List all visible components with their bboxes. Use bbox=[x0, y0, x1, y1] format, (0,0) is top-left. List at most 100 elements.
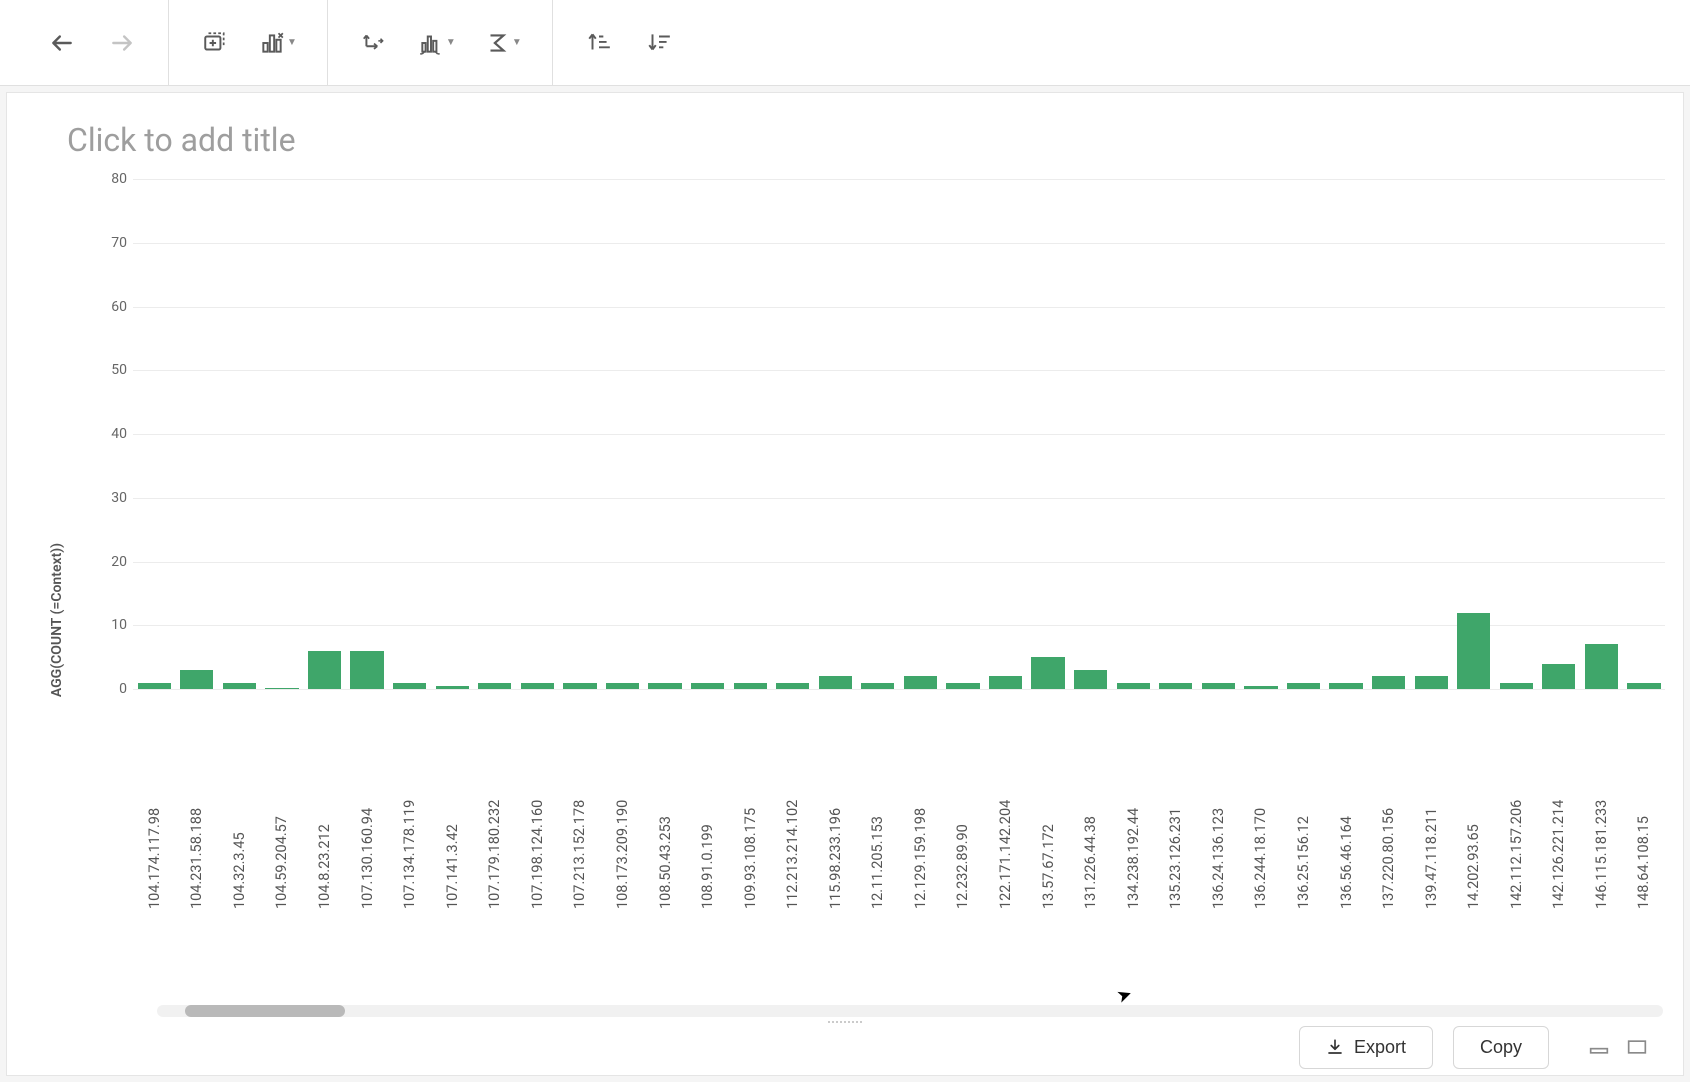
chart-area: AGG(COUNT (=Context)) 01020304050607080 … bbox=[7, 165, 1683, 1075]
x-tick: 136.24.136.123 bbox=[1197, 695, 1240, 915]
sort-group bbox=[553, 0, 705, 85]
x-tick-label: 134.238.192.44 bbox=[1125, 695, 1142, 915]
bar[interactable] bbox=[1244, 686, 1277, 689]
app-root: ▼ ▼ bbox=[0, 0, 1690, 1082]
x-tick: 137.220.80.156 bbox=[1367, 695, 1410, 915]
bar[interactable] bbox=[1074, 670, 1107, 689]
bar[interactable] bbox=[819, 676, 852, 689]
bar-slot bbox=[1326, 683, 1367, 689]
bar-slot bbox=[687, 683, 728, 689]
aggregate-button[interactable]: ▼ bbox=[482, 25, 524, 61]
bar[interactable] bbox=[138, 683, 171, 689]
x-tick: 142.126.221.214 bbox=[1538, 695, 1581, 915]
bar[interactable] bbox=[1585, 644, 1618, 689]
bar[interactable] bbox=[946, 683, 979, 689]
bar[interactable] bbox=[308, 651, 341, 689]
y-tick-label: 0 bbox=[97, 681, 127, 697]
bar[interactable] bbox=[989, 676, 1022, 689]
bar[interactable] bbox=[904, 676, 937, 689]
x-tick: 104.32.3.45 bbox=[218, 695, 261, 915]
bar-slot bbox=[1411, 676, 1452, 689]
bar[interactable] bbox=[1329, 683, 1362, 689]
bar-slot bbox=[560, 683, 601, 689]
bar[interactable] bbox=[776, 683, 809, 689]
bar[interactable] bbox=[563, 683, 596, 689]
bar[interactable] bbox=[1457, 613, 1490, 690]
bar-slot bbox=[602, 683, 643, 689]
x-tick-label: 12.232.89.90 bbox=[954, 695, 971, 915]
minimize-view-button[interactable] bbox=[1589, 1038, 1609, 1056]
fit-axis-button[interactable]: ▼ bbox=[416, 25, 458, 61]
export-button[interactable]: Export bbox=[1299, 1026, 1433, 1069]
horizontal-scrollbar[interactable] bbox=[157, 1005, 1663, 1017]
bar-slot bbox=[304, 651, 345, 689]
bar-slot bbox=[772, 683, 813, 689]
sort-asc-button[interactable] bbox=[581, 25, 617, 61]
x-tick: 13.57.67.172 bbox=[1027, 695, 1070, 915]
copy-button[interactable]: Copy bbox=[1453, 1026, 1549, 1069]
x-tick-label: 12.129.159.198 bbox=[912, 695, 929, 915]
x-tick: 146.115.181.233 bbox=[1580, 695, 1623, 915]
bar[interactable] bbox=[1372, 676, 1405, 689]
swap-axes-button[interactable] bbox=[356, 25, 392, 61]
bar[interactable] bbox=[436, 686, 469, 689]
bar-slot bbox=[347, 651, 388, 689]
x-tick-label: 13.57.67.172 bbox=[1040, 695, 1057, 915]
bar-slot bbox=[219, 683, 260, 689]
x-tick-label: 108.173.209.190 bbox=[614, 695, 631, 915]
x-tick-label: 107.134.178.119 bbox=[401, 695, 418, 915]
bar[interactable] bbox=[265, 688, 298, 689]
bar-slot bbox=[1241, 686, 1282, 689]
x-tick-label: 146.115.181.233 bbox=[1593, 695, 1610, 915]
bar[interactable] bbox=[223, 683, 256, 689]
x-tick-label: 122.171.142.204 bbox=[997, 695, 1014, 915]
x-tick-label: 136.24.136.123 bbox=[1210, 695, 1227, 915]
bar[interactable] bbox=[521, 683, 554, 689]
bar[interactable] bbox=[648, 683, 681, 689]
bar[interactable] bbox=[1287, 683, 1320, 689]
bar[interactable] bbox=[1415, 676, 1448, 689]
bar[interactable] bbox=[393, 683, 426, 689]
bar-slot bbox=[517, 683, 558, 689]
y-tick-label: 40 bbox=[97, 426, 127, 442]
x-tick-label: 142.112.157.206 bbox=[1508, 695, 1525, 915]
chart-type-button[interactable]: ▼ bbox=[257, 25, 299, 61]
x-tick-label: 142.126.221.214 bbox=[1550, 695, 1567, 915]
bar[interactable] bbox=[606, 683, 639, 689]
x-tick: 104.174.117.98 bbox=[133, 695, 176, 915]
bar[interactable] bbox=[478, 683, 511, 689]
bar[interactable] bbox=[1031, 657, 1064, 689]
bar-slot bbox=[985, 676, 1026, 689]
bar[interactable] bbox=[1500, 683, 1533, 689]
bar-slot bbox=[730, 683, 771, 689]
bar[interactable] bbox=[180, 670, 213, 689]
back-button[interactable] bbox=[44, 25, 80, 61]
title-area: Click to add title bbox=[7, 93, 1683, 165]
bar[interactable] bbox=[1627, 683, 1660, 689]
maximize-view-button[interactable] bbox=[1627, 1038, 1647, 1056]
sort-asc-icon bbox=[586, 30, 612, 56]
sort-desc-button[interactable] bbox=[641, 25, 677, 61]
scrollbar-thumb[interactable] bbox=[185, 1005, 345, 1017]
bar[interactable] bbox=[1542, 664, 1575, 690]
bar-slot bbox=[475, 683, 516, 689]
bar[interactable] bbox=[1117, 683, 1150, 689]
x-tick: 104.59.204.57 bbox=[261, 695, 304, 915]
bar[interactable] bbox=[1159, 683, 1192, 689]
add-panel-button[interactable] bbox=[197, 25, 233, 61]
rect-plus-icon bbox=[202, 30, 228, 56]
bar[interactable] bbox=[691, 683, 724, 689]
bars-row bbox=[133, 179, 1665, 689]
x-tick: 107.134.178.119 bbox=[388, 695, 431, 915]
bar-slot bbox=[1113, 683, 1154, 689]
bar[interactable] bbox=[1202, 683, 1235, 689]
bar[interactable] bbox=[350, 651, 383, 689]
title-placeholder[interactable]: Click to add title bbox=[67, 121, 1663, 159]
sort-desc-icon bbox=[646, 30, 672, 56]
bar-slot bbox=[1539, 664, 1580, 690]
bar[interactable] bbox=[861, 683, 894, 689]
bar[interactable] bbox=[734, 683, 767, 689]
bar-slot bbox=[1156, 683, 1197, 689]
bar-slot bbox=[1070, 670, 1111, 689]
bar-slot bbox=[858, 683, 899, 689]
